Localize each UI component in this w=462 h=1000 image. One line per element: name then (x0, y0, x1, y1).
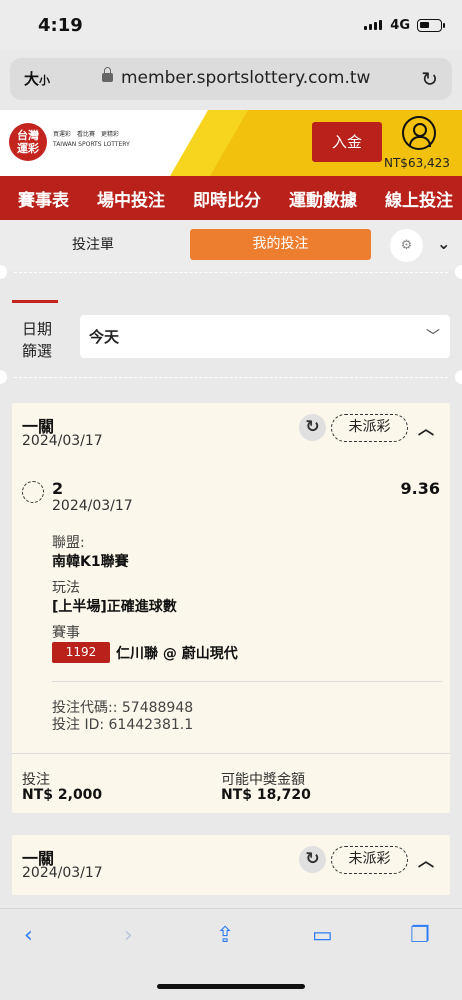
nav-item-live-score[interactable]: 即時比分 (193, 186, 261, 211)
chevron-up-icon[interactable]: ︿ (418, 415, 434, 439)
event-name: 仁川聯 @ 蔚山現代 (116, 646, 238, 662)
league-value: 南韓K1聯賽 (52, 554, 129, 570)
odds-value: 9.36 (400, 479, 440, 498)
chevron-up-icon[interactable]: ︿ (418, 847, 434, 871)
site-header: 台灣 運彩 買運彩 看比賽 更精彩 TAIWAN SPORTS LOTTERY 入金… (0, 110, 462, 176)
nav-item-online-betting[interactable]: 線上投注 (385, 186, 453, 211)
bet-card: 一關 2024/03/17 ↻ 未派彩 ︿ 2 2024/03/17 9.36 … (12, 403, 450, 813)
bet-card: 一關 2024/03/17 ↻ 未派彩 ︿ (12, 835, 450, 895)
divider (14, 272, 448, 273)
bet-date: 2024/03/17 (22, 433, 103, 449)
chevron-down-icon: ﹀ (426, 329, 440, 345)
active-indicator (12, 300, 58, 303)
share-icon[interactable]: ⇪ (216, 923, 234, 948)
forward-icon[interactable]: › (124, 923, 133, 948)
event-label: 賽事 (52, 625, 80, 641)
ticket-notch (455, 265, 462, 279)
payout-label: 可能中獎金額 (221, 772, 305, 788)
user-icon[interactable] (402, 116, 436, 150)
nav-item-schedule[interactable]: 賽事表 (18, 186, 69, 211)
bet-tabs: 投注單 我的投注 ⚙ ⌄ (0, 220, 462, 270)
bookmarks-icon[interactable]: ▭ (312, 923, 333, 948)
home-indicator (157, 984, 305, 989)
divider (14, 377, 448, 378)
battery-icon (417, 19, 445, 32)
chevron-down-icon[interactable]: ⌄ (437, 234, 450, 253)
market-label: 玩法 (52, 580, 80, 596)
market-value: [上半場]正確進球數 (52, 599, 177, 615)
deposit-button[interactable]: 入金 (312, 122, 382, 162)
address-bar[interactable]: 大小 member.sportslottery.com.tw ↻ (10, 58, 452, 100)
logo-tagline: 買運彩 看比賽 更精彩 TAIWAN SPORTS LOTTERY (53, 131, 130, 148)
selection-date: 2024/03/17 (52, 498, 133, 514)
refresh-icon[interactable]: ↻ (299, 846, 326, 873)
ticket-notch (455, 370, 462, 384)
nav-item-live-betting[interactable]: 場中投注 (97, 186, 165, 211)
tab-my-bets[interactable]: 我的投注 (190, 229, 371, 260)
refresh-icon[interactable]: ↻ (299, 414, 326, 441)
network-label: 4G (390, 18, 410, 33)
date-filter-select[interactable]: 今天 ﹀ (80, 315, 450, 358)
account-balance: NT$63,423 (384, 156, 450, 170)
status-badge: 未派彩 (331, 414, 408, 442)
tab-bet-slip[interactable]: 投注單 (72, 234, 114, 254)
divider (52, 681, 442, 682)
date-filter-value: 今天 (89, 328, 120, 346)
reload-icon[interactable]: ↻ (421, 67, 438, 91)
status-bar: 4:19 4G (0, 0, 462, 50)
tabs-icon[interactable]: ❐ (410, 923, 430, 948)
payout-value: NT$ 18,720 (221, 787, 311, 803)
gear-icon[interactable]: ⚙ (390, 229, 423, 262)
event-id-badge: 1192 (52, 642, 110, 663)
bet-id: 投注 ID: 61442381.1 (52, 717, 194, 733)
divider (12, 753, 450, 754)
stake-value: NT$ 2,000 (22, 787, 103, 803)
stake-label: 投注 (22, 772, 50, 788)
main-nav: 賽事表 場中投注 即時比分 運動數據 線上投注 (0, 176, 462, 220)
text-size-button[interactable]: 大小 (24, 68, 50, 89)
selection-value: 2 (52, 479, 64, 498)
back-icon[interactable]: ‹ (24, 923, 33, 948)
lock-icon (102, 67, 113, 82)
url-text[interactable]: member.sportslottery.com.tw (121, 68, 370, 88)
date-filter-label: 日期 篩選 (22, 320, 53, 360)
league-label: 聯盟: (52, 535, 85, 551)
bet-date: 2024/03/17 (22, 865, 103, 881)
logo[interactable]: 台灣 運彩 (9, 123, 47, 161)
status-time: 4:19 (38, 15, 83, 36)
nav-item-sports-data[interactable]: 運動數據 (289, 186, 357, 211)
selection-status-icon (22, 481, 44, 503)
signal-icon (364, 20, 382, 30)
ticket-notch (0, 370, 7, 384)
status-badge: 未派彩 (331, 846, 408, 874)
